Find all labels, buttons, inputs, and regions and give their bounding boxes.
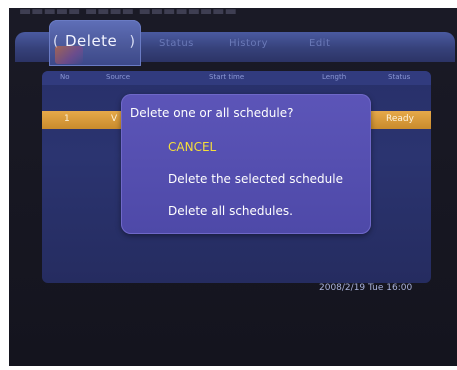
delete-confirm-dialog: Delete one or all schedule? CANCEL Delet… — [121, 94, 371, 234]
table-header: No Source Start time Length Status — [42, 71, 431, 85]
clock-datetime: 2008/2/19 Tue 16:00 — [319, 283, 413, 293]
header-start-time: Start time — [209, 73, 245, 81]
tab-delete[interactable]: ( Delete ) — [49, 20, 141, 66]
cancel-option[interactable]: CANCEL — [168, 140, 216, 154]
bracket-right-icon: ) — [129, 34, 135, 50]
header-source: Source — [106, 73, 131, 81]
header-status: Status — [388, 73, 411, 81]
tab-history[interactable]: History — [229, 38, 268, 49]
row-source: V — [111, 114, 118, 124]
header-no: No — [60, 73, 70, 81]
row-status: Ready — [386, 114, 414, 124]
top-blurred-title: ▬▬▬▬▬ ▬▬▬▬ ▬▬▬▬▬▬▬▬ — [19, 8, 237, 19]
tab-decoration-icon — [55, 46, 83, 64]
header-length: Length — [322, 73, 347, 81]
tv-screen: ▬▬▬▬▬ ▬▬▬▬ ▬▬▬▬▬▬▬▬ Status History Edit … — [9, 8, 457, 366]
row-no: 1 — [64, 114, 70, 124]
delete-all-option[interactable]: Delete all schedules. — [168, 204, 293, 218]
tab-edit[interactable]: Edit — [309, 38, 330, 49]
dialog-prompt: Delete one or all schedule? — [130, 106, 294, 120]
delete-selected-option[interactable]: Delete the selected schedule — [168, 172, 343, 186]
tab-status[interactable]: Status — [159, 38, 194, 49]
